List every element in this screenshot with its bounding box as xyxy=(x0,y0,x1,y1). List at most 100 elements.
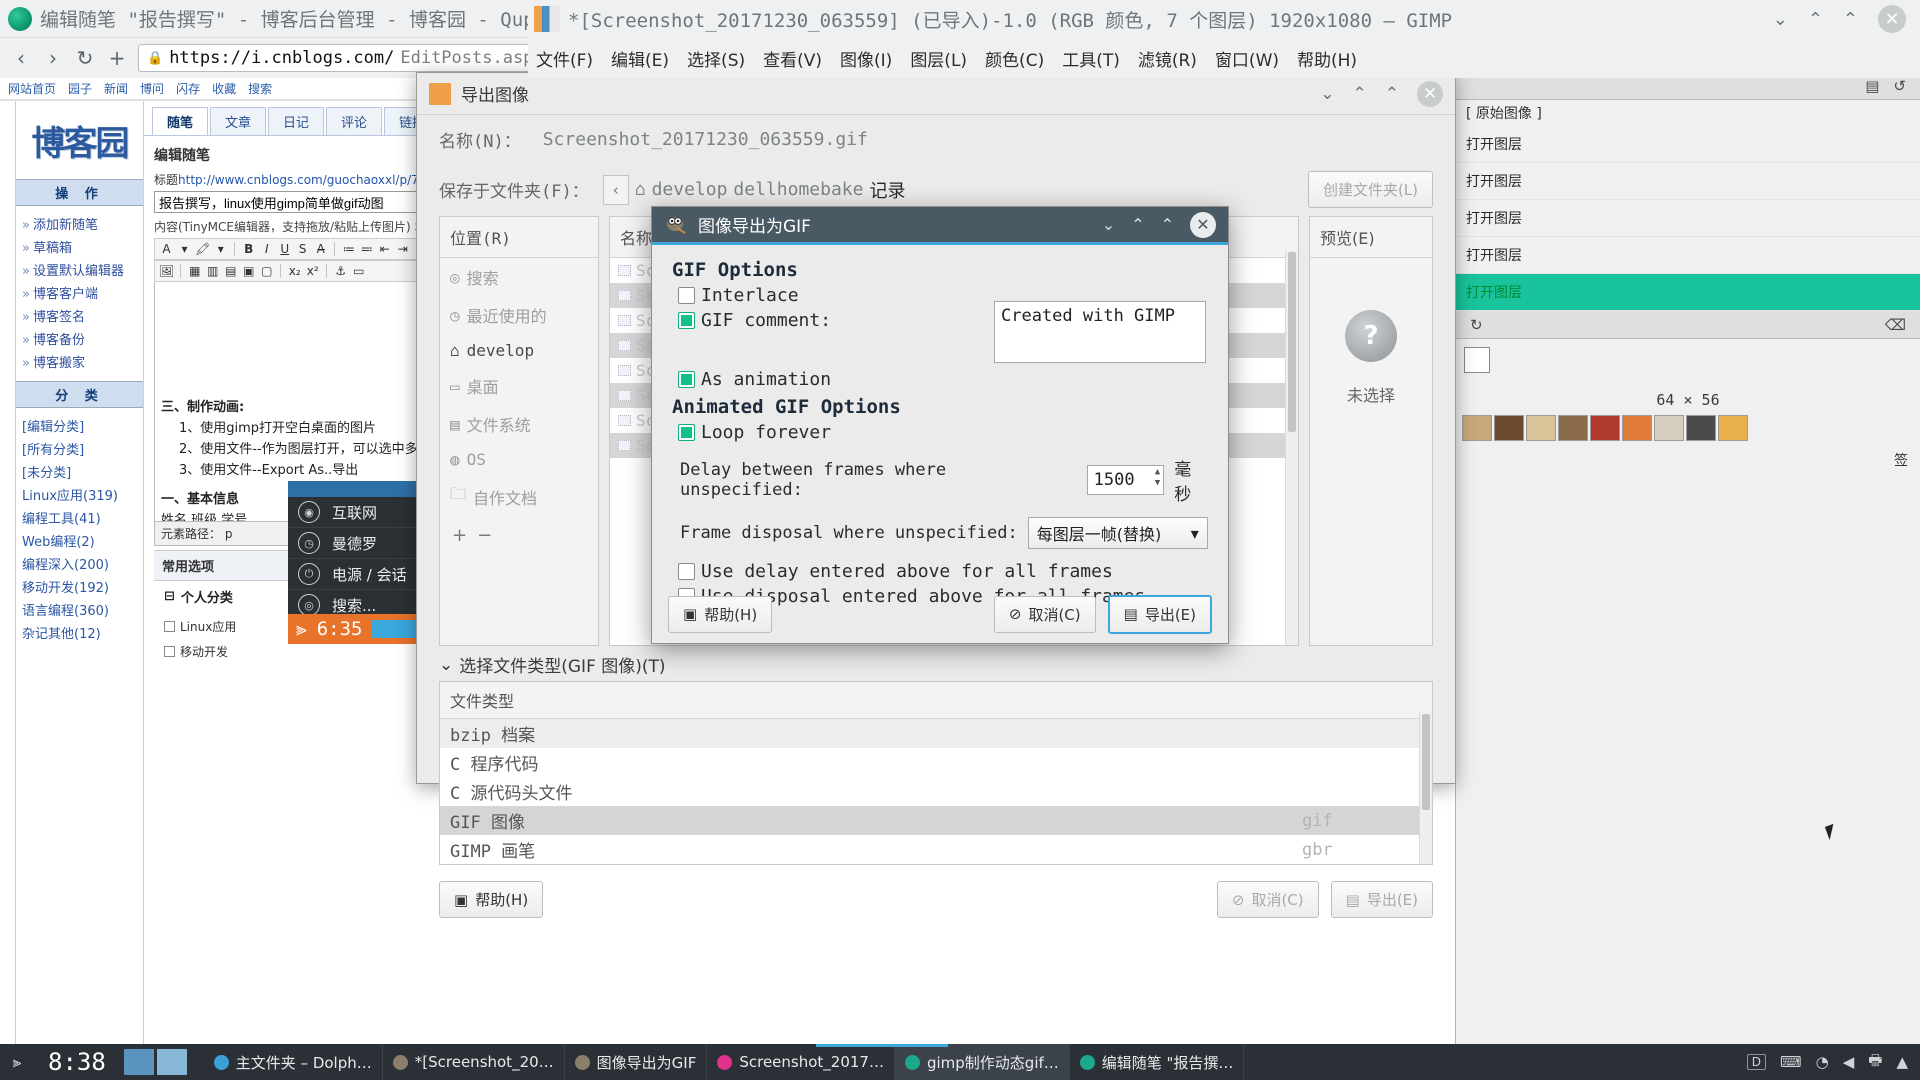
bookmark-item[interactable]: 闪存 xyxy=(176,80,200,97)
cat-item[interactable]: 语言编程(360) xyxy=(22,598,143,621)
clear-format-icon[interactable]: A̶ xyxy=(313,242,328,256)
restore-icon[interactable]: ⌃ xyxy=(1161,215,1174,234)
place-os[interactable]: ◍ OS xyxy=(440,443,598,476)
bullet-list-icon[interactable]: ≔ xyxy=(341,242,356,256)
minimize-icon[interactable]: ⌄ xyxy=(1773,9,1788,30)
taskbar-item-gimp-gif-page[interactable]: gimp制作动态gif… xyxy=(894,1044,1070,1080)
bookmark-item[interactable]: 搜索 xyxy=(248,80,272,97)
minimize-icon[interactable]: ⌄ xyxy=(1102,215,1115,234)
tab-suibi[interactable]: 随笔 xyxy=(152,107,209,135)
place-filesystem[interactable]: ▤ 文件系统 xyxy=(440,405,598,443)
layer-row[interactable]: 打开图层 xyxy=(1456,163,1920,200)
merge-cells-icon[interactable]: ▥ xyxy=(205,264,220,278)
taskbar-item-blog-edit[interactable]: 编辑随笔 "报告撰… xyxy=(1070,1044,1245,1080)
gif-comment-textarea[interactable]: Created with GIMP xyxy=(994,301,1206,363)
menu-image[interactable]: 图像(I) xyxy=(840,46,892,71)
wifi-icon[interactable]: ◔ xyxy=(1816,1053,1829,1071)
cat-item[interactable]: [所有分类] xyxy=(22,437,143,460)
number-list-icon[interactable]: ≕ xyxy=(359,242,374,256)
cat-item[interactable]: 移动开发(192) xyxy=(22,575,143,598)
close-icon[interactable]: ✕ xyxy=(1878,5,1906,33)
underline-icon[interactable]: U xyxy=(277,242,292,256)
remove-place-icon[interactable]: − xyxy=(477,525,492,546)
cat-item[interactable]: 杂记其他(12) xyxy=(22,621,143,644)
menu-edit[interactable]: 编辑(E) xyxy=(611,46,669,71)
back-icon[interactable]: ‹ xyxy=(10,46,32,70)
italic-icon[interactable]: I xyxy=(259,242,274,256)
gif-help-button[interactable]: ▣ 帮助(H) xyxy=(668,595,773,633)
desktop-pager[interactable] xyxy=(120,1048,204,1076)
undo-history-icon[interactable]: ↺ xyxy=(1893,77,1906,95)
file-list-scrollbar[interactable] xyxy=(1285,250,1298,645)
cat-item[interactable]: 编程工具(41) xyxy=(22,506,143,529)
chevron-down-icon[interactable]: ▾ xyxy=(177,242,192,256)
split-cells-icon[interactable]: ▤ xyxy=(223,264,238,278)
subscript-icon[interactable]: x₂ xyxy=(287,264,302,278)
place-develop[interactable]: ⌂ develop xyxy=(440,334,598,367)
expand-icon[interactable]: ▲ xyxy=(1896,1053,1908,1071)
place-recent[interactable]: ◷ 最近使用的 xyxy=(440,296,598,334)
place-search[interactable]: ◎ 搜索 xyxy=(440,258,598,296)
chevron-down-icon[interactable]: ▾ xyxy=(213,242,228,256)
cat-item[interactable]: 编程深入(200) xyxy=(22,552,143,575)
highlight-icon[interactable]: 🖍 xyxy=(195,242,210,256)
sidebar-item-default-editor[interactable]: » 设置默认编辑器 xyxy=(22,258,143,281)
outdent-icon[interactable]: ⇤ xyxy=(377,242,392,256)
use-delay-checkbox[interactable]: Use delay entered above for all frames xyxy=(678,561,1208,582)
layer-row[interactable]: 打开图层 xyxy=(1456,200,1920,237)
bookmark-item[interactable]: 博问 xyxy=(140,80,164,97)
breadcrumb-item[interactable]: develop xyxy=(652,179,728,200)
superscript-icon[interactable]: x² xyxy=(305,264,320,278)
sidebar-item-blog-client[interactable]: » 博客客户端 xyxy=(22,281,143,304)
display-icon[interactable]: D xyxy=(1746,1054,1766,1070)
taskbar-item-gif-export[interactable]: 图像导出为GIF xyxy=(565,1044,708,1080)
bookmark-item[interactable]: 新闻 xyxy=(104,80,128,97)
disposal-dropdown[interactable]: 每图层一帧(替换) ▾ xyxy=(1027,517,1208,549)
tab-wenzhang[interactable]: 文章 xyxy=(210,107,267,135)
menu-help[interactable]: 帮助(H) xyxy=(1297,46,1357,71)
code-icon[interactable]: ▭ xyxy=(351,264,366,278)
text-color-icon[interactable]: A xyxy=(159,242,174,256)
add-place-icon[interactable]: + xyxy=(452,525,467,546)
keyboard-icon[interactable]: ⌨ xyxy=(1780,1053,1802,1071)
bookmark-item[interactable]: 网站首页 xyxy=(8,80,56,97)
printer-icon[interactable]: 🖶 xyxy=(1868,1050,1882,1075)
reload-icon[interactable]: ↻ xyxy=(74,46,96,70)
image-icon[interactable]: 🖼 xyxy=(159,264,174,278)
sidebar-item-blog-signature[interactable]: » 博客签名 xyxy=(22,304,143,327)
taskbar-clock[interactable]: 8:38 xyxy=(34,1048,120,1076)
breadcrumb-item[interactable]: dellhomebake xyxy=(733,179,863,200)
bold-icon[interactable]: B xyxy=(241,242,256,256)
refresh-icon[interactable]: ↻ xyxy=(1470,316,1483,334)
new-tab-icon[interactable]: + xyxy=(106,46,128,70)
pager-desktop[interactable] xyxy=(156,1049,187,1075)
table-row[interactable]: GIMP 画笔 gbr xyxy=(440,835,1432,864)
row-icon[interactable]: ▣ xyxy=(241,264,256,278)
cancel-button[interactable]: ⊘ 取消(C) xyxy=(1216,881,1319,918)
restore-icon[interactable]: ⌃ xyxy=(1843,9,1858,30)
blog-logo[interactable]: 博客园 xyxy=(32,116,130,165)
taskbar-item-screenshot[interactable]: Screenshot_2017… xyxy=(707,1044,895,1080)
pattern-thumb[interactable] xyxy=(1558,415,1588,441)
menu-select[interactable]: 选择(S) xyxy=(687,46,745,71)
cat-item[interactable]: [未分类] xyxy=(22,460,143,483)
menu-view[interactable]: 查看(V) xyxy=(763,46,822,71)
loop-forever-checkbox[interactable]: Loop forever xyxy=(678,422,1208,443)
sidebar-item-add-post[interactable]: » 添加新随笔 xyxy=(22,212,143,235)
forward-icon[interactable]: › xyxy=(42,46,64,70)
as-animation-checkbox[interactable]: As animation xyxy=(678,369,1208,390)
krunner-launcher-icon[interactable]: ⫸ xyxy=(296,618,307,640)
color-swatches[interactable] xyxy=(1456,339,1920,391)
sidebar-item-drafts[interactable]: » 草稿箱 xyxy=(22,235,143,258)
menu-file[interactable]: 文件(F) xyxy=(536,46,593,71)
pattern-thumb[interactable] xyxy=(1462,415,1492,441)
indent-icon[interactable]: ⇥ xyxy=(395,242,410,256)
anchor-icon[interactable]: ⚓ xyxy=(333,264,348,278)
maximize-icon[interactable]: ⌃ xyxy=(1808,9,1823,30)
cat-item[interactable]: Linux应用(319) xyxy=(22,483,143,506)
gif-export-button[interactable]: ▤ 导出(E) xyxy=(1107,594,1212,634)
close-icon[interactable]: ✕ xyxy=(1190,211,1216,238)
pattern-thumb[interactable] xyxy=(1590,415,1620,441)
maximize-icon[interactable]: ⌃ xyxy=(1131,215,1144,234)
menu-colors[interactable]: 颜色(C) xyxy=(985,46,1044,71)
